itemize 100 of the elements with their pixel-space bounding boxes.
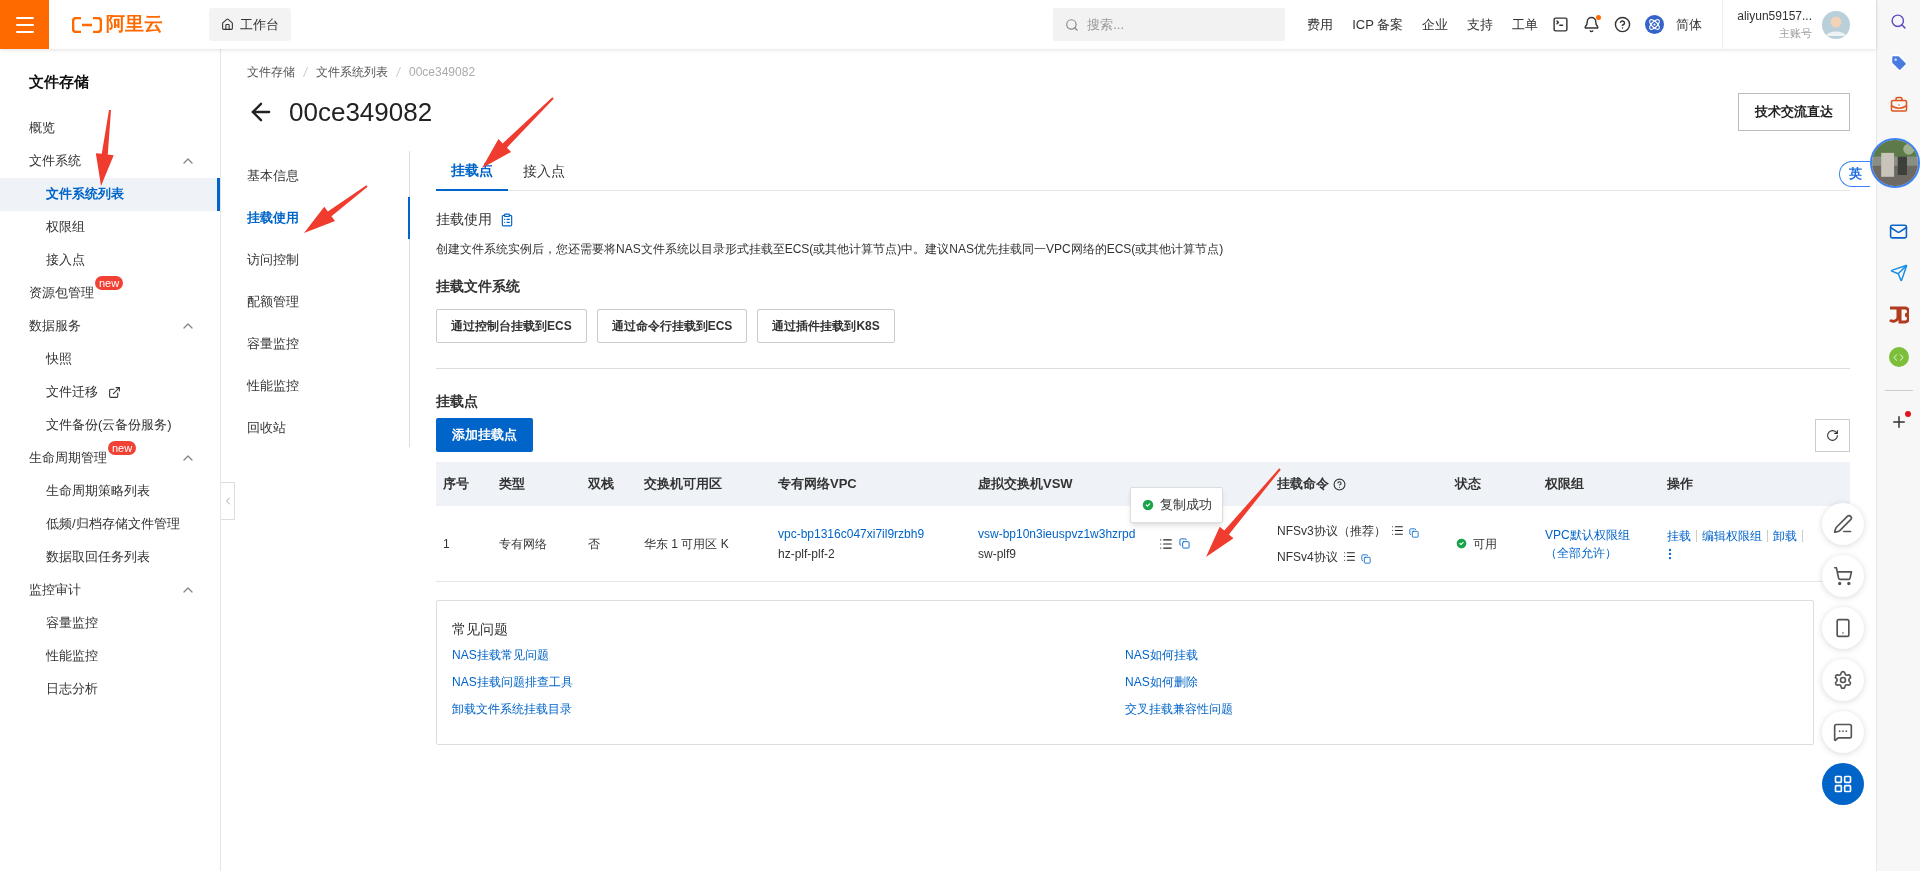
column-header: 权限组 [1544,475,1585,494]
workbench-button[interactable]: 工作台 [209,8,291,41]
search-field[interactable]: 搜索... [1053,8,1286,41]
atom-app-icon[interactable] [1645,15,1665,34]
list-icon[interactable] [1159,536,1173,551]
sidebar-subitem[interactable]: 权限组 [0,210,220,244]
faq-link[interactable]: NAS如何挂载 [1125,646,1798,664]
usage-description: 创建文件系统实例后，您还需要将NAS文件系统以目录形式挂载至ECS(或其他计算节点)中。建议NAS优先挂载同一VPC网络的ECS(或其他计算节点) [436,241,1225,258]
mail-icon[interactable] [1889,221,1908,241]
pen-icon [1833,514,1853,534]
breadcrumb-separator [303,67,308,77]
sidebar-item-label: 监控审计 [29,581,81,600]
top-nav-link[interactable]: 支持 [1467,14,1494,35]
permission-group-link[interactable]: VPC默认权限组 （全部允许） [1538,525,1660,562]
vsw-link[interactable]: vsw-bp10n3ieuspvz1w3hzrpd [978,524,1152,543]
top-nav-link[interactable]: ICP 备案 [1352,14,1404,35]
sidebar-subitem[interactable]: 快照 [0,342,220,376]
language-link[interactable]: 简体 [1676,14,1703,35]
action-link[interactable]: 卸载 [1768,526,1802,545]
collapse-sidebar-handle[interactable] [221,482,235,520]
language-button[interactable]: 英 [1839,161,1870,187]
tag-icon[interactable] [1889,54,1908,72]
search-icon[interactable] [1890,12,1907,30]
mount-method-button[interactable]: 通过控制台挂载到ECS [436,309,587,343]
mount-method-button[interactable]: 通过插件挂载到K8S [757,309,895,343]
sidebar-item[interactable]: 监控审计 [0,573,220,607]
sub-nav-item[interactable]: 基本信息 [247,155,410,197]
breadcrumb-item[interactable]: 文件系统列表 [316,63,388,81]
cart-button[interactable] [1822,555,1864,597]
clipboard-icon[interactable] [500,212,514,227]
action-link[interactable]: 挂载 [1667,526,1696,545]
sidebar-item[interactable]: 生命周期管理 new [0,441,220,475]
account-name[interactable]: aliyun59157... [1737,7,1812,26]
faq-title: 常见问题 [452,620,509,639]
toolbox-icon[interactable] [1889,96,1908,114]
menu-button[interactable] [0,0,49,49]
sidebar-item[interactable]: 概览 [0,111,220,145]
sidebar-subitem[interactable]: 日志分析 [0,672,220,706]
phone-button[interactable] [1822,607,1864,649]
add-mount-point-button[interactable]: 添加挂载点 [436,418,533,452]
faq-link[interactable]: NAS如何删除 [1125,673,1798,691]
breadcrumb-item[interactable]: 文件存储 [247,63,295,81]
sidebar-subitem[interactable]: 容量监控 [0,606,220,640]
top-nav-link[interactable]: 费用 [1307,14,1334,35]
refresh-button[interactable] [1815,419,1850,452]
sidebar-subitem-label: 文件迁移 [46,383,98,402]
copy-icon[interactable] [1179,538,1190,549]
faq-link[interactable]: 卸载文件系统挂载目录 [452,700,1125,718]
tech-exchange-button[interactable]: 技术交流直达 [1738,93,1850,131]
sidebar-subitem[interactable]: 生命周期策略列表 [0,474,220,508]
sidebar-item[interactable]: 文件系统 [0,144,220,178]
table-cell-text: sw-plf9 [978,545,1017,563]
faq-link[interactable]: NAS挂载常见问题 [452,646,1125,664]
copy-icon[interactable] [1408,527,1419,538]
top-nav-link[interactable]: 工单 [1512,14,1539,35]
settings-button[interactable] [1822,659,1864,701]
jb-logo-icon[interactable] [1888,306,1909,324]
sidebar-subitem[interactable]: 文件系统列表 [0,177,220,211]
sub-nav-item[interactable]: 回收站 [247,407,410,449]
sidebar-title: 文件存储 [28,72,90,92]
table-cell-text: 1 [442,535,451,553]
sidebar-subitem[interactable]: 数据取回任务列表 [0,540,220,574]
sidebar-subitem-label: 数据取回任务列表 [46,548,150,567]
table-cell-text: hz-plf-plf-2 [778,545,836,563]
sub-nav-item[interactable]: 性能监控 [247,365,410,407]
sidebar-subitem[interactable]: 文件备份(云备份服务) [0,408,220,442]
sidebar-subitem[interactable]: 接入点 [0,243,220,277]
list-icon[interactable] [1342,550,1356,563]
annotation-arrow [304,185,368,233]
notification-bell[interactable] [1583,16,1601,33]
sidebar-subitem[interactable]: 低频/归档存储文件管理 [0,507,220,541]
copy-icon[interactable] [1360,553,1371,564]
sidebar-item-label: 文件系统 [29,152,81,171]
help-icon[interactable] [1333,477,1346,491]
sidebar-item-label: 概览 [29,119,55,138]
terminal-icon[interactable] [1552,16,1570,33]
sidebar-subitem[interactable]: 文件迁移 [0,375,220,409]
sidebar-item[interactable]: 资源包管理 new [0,276,220,310]
top-nav-link[interactable]: 企业 [1422,14,1449,35]
action-link[interactable]: 编辑权限组 [1697,526,1767,545]
sidebar-item[interactable]: 数据服务 [0,309,220,343]
apps-button[interactable] [1822,763,1864,805]
success-check-icon [1141,497,1155,512]
column-header: 类型 [498,475,526,494]
pen-button[interactable] [1822,503,1864,545]
send-icon[interactable] [1889,264,1908,282]
sub-nav-item[interactable]: 访问控制 [247,239,410,281]
mount-method-button[interactable]: 通过命令行挂载到ECS [596,309,748,343]
sub-nav-item[interactable]: 配额管理 [247,281,410,323]
faq-link[interactable]: 交叉挂载兼容性问题 [1125,700,1798,718]
refresh-icon [1826,429,1839,442]
vpc-link[interactable]: vpc-bp1316c047xi7il9rzbh9 [778,524,971,543]
sidebar-subitem[interactable]: 性能监控 [0,639,220,673]
sub-nav-item[interactable]: 容量监控 [247,323,410,365]
chat-button[interactable] [1822,711,1864,753]
tab[interactable]: 接入点 [508,151,580,191]
section-title: 挂载使用 [436,210,492,229]
faq-link[interactable]: NAS挂载问题排查工具 [452,673,1125,691]
help-icon[interactable] [1614,16,1632,33]
list-icon[interactable] [1390,524,1404,537]
